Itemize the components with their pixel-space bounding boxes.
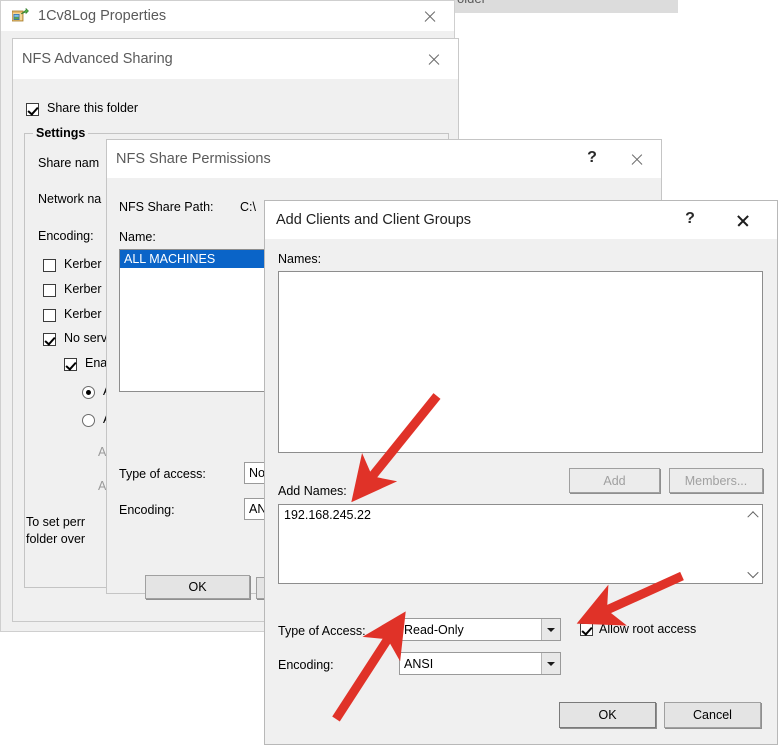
permissions-type-of-access-label: Type of access: xyxy=(119,467,206,481)
allow-root-access-checkbox[interactable] xyxy=(580,623,593,636)
add-clients-titlebar[interactable]: Add Clients and Client Groups ? xyxy=(265,201,777,239)
names-listbox-value xyxy=(279,272,762,276)
cancel-button-label: Cancel xyxy=(693,708,732,722)
add-clients-close-button[interactable] xyxy=(725,205,759,235)
add-clients-dialog[interactable]: Add Clients and Client Groups ? Names: A… xyxy=(264,200,778,745)
allow-unmapped-user-radio-1[interactable] xyxy=(82,386,95,399)
add-clients-title: Add Clients and Client Groups xyxy=(276,212,472,228)
nfs-share-permissions-close-button[interactable] xyxy=(619,144,653,174)
nfs-share-permissions-titlebar[interactable]: NFS Share Permissions ? xyxy=(107,140,661,178)
add-button-label: Add xyxy=(603,473,626,488)
kerberos-checkbox-3[interactable] xyxy=(43,309,56,322)
nfs-share-permissions-ok-label: OK xyxy=(188,580,207,594)
members-button-label: Members... xyxy=(684,473,748,488)
permissions-name-label: Name: xyxy=(119,230,156,244)
add-names-value: 192.168.245.22 xyxy=(284,508,371,522)
nfs-share-permissions-ok-button[interactable]: OK xyxy=(145,575,250,599)
nfs-share-permissions-title: NFS Share Permissions xyxy=(116,151,271,167)
share-this-folder-label: Share this folder xyxy=(47,101,139,115)
type-of-access-combo[interactable]: Read-Only xyxy=(399,618,561,641)
share-name-label: Share nam xyxy=(38,156,100,170)
settings-group-caption: Settings xyxy=(33,126,89,140)
permissions-note-line-1: To set perr xyxy=(26,515,86,529)
type-of-access-label: Type of Access: xyxy=(278,624,366,638)
background-window: older xyxy=(455,0,678,13)
add-names-textarea[interactable]: 192.168.245.22 xyxy=(278,504,763,584)
background-window-title-fragment: older xyxy=(457,0,486,6)
permissions-encoding-label: Encoding: xyxy=(119,503,175,517)
kerberos-checkbox-1[interactable] xyxy=(43,259,56,272)
add-names-label: Add Names: xyxy=(278,484,347,498)
properties-close-button[interactable] xyxy=(412,1,446,31)
folder-share-icon xyxy=(11,7,29,24)
chevron-down-icon-encoding[interactable] xyxy=(541,653,560,674)
kerberos-checkbox-2[interactable] xyxy=(43,284,56,297)
nfs-advanced-sharing-close-button[interactable] xyxy=(416,44,450,74)
kerberos-label-1: Kerber xyxy=(64,257,102,271)
properties-titlebar[interactable]: 1Cv8Log Properties xyxy=(1,1,454,31)
share-this-folder-checkbox[interactable] xyxy=(26,103,39,116)
add-clients-help-button[interactable]: ? xyxy=(673,204,707,234)
members-button[interactable]: Members... xyxy=(669,468,763,493)
scroll-up-icon[interactable] xyxy=(745,506,761,523)
allow-root-access-label: Allow root access xyxy=(599,622,697,636)
share-path-value: C:\ xyxy=(240,200,256,214)
nfs-share-permissions-help-button[interactable]: ? xyxy=(575,143,609,173)
encoding-label-add-clients: Encoding: xyxy=(278,658,334,672)
share-path-label: NFS Share Path: xyxy=(119,200,214,214)
ok-button-label: OK xyxy=(598,708,617,722)
network-name-label: Network na xyxy=(38,192,102,206)
chevron-down-icon[interactable] xyxy=(541,619,560,640)
add-button[interactable]: Add xyxy=(569,468,660,493)
encoding-label: Encoding: xyxy=(38,229,94,243)
cancel-button[interactable]: Cancel xyxy=(664,702,761,728)
names-label: Names: xyxy=(278,252,322,266)
add-names-scrollbar[interactable] xyxy=(745,506,761,582)
nfs-advanced-sharing-title: NFS Advanced Sharing xyxy=(22,51,173,67)
names-listbox[interactable] xyxy=(278,271,763,453)
kerberos-label-2: Kerber xyxy=(64,282,102,296)
enable-unmapped-access-checkbox[interactable] xyxy=(64,358,77,371)
nfs-advanced-sharing-titlebar[interactable]: NFS Advanced Sharing xyxy=(13,39,458,79)
permissions-note-line-2: folder over xyxy=(26,532,86,546)
ok-button[interactable]: OK xyxy=(559,702,656,728)
allow-unmapped-user-radio-2[interactable] xyxy=(82,414,95,427)
no-server-auth-checkbox[interactable] xyxy=(43,333,56,346)
scroll-down-icon[interactable] xyxy=(745,566,761,582)
no-server-auth-label: No serv xyxy=(64,331,108,345)
enable-unmapped-access-label: Ena xyxy=(85,356,108,370)
type-of-access-value: Read-Only xyxy=(404,622,464,637)
encoding-combo[interactable]: ANSI xyxy=(399,652,561,675)
encoding-value: ANSI xyxy=(404,656,434,671)
kerberos-label-3: Kerber xyxy=(64,307,102,321)
properties-window-title: 1Cv8Log Properties xyxy=(38,8,167,24)
